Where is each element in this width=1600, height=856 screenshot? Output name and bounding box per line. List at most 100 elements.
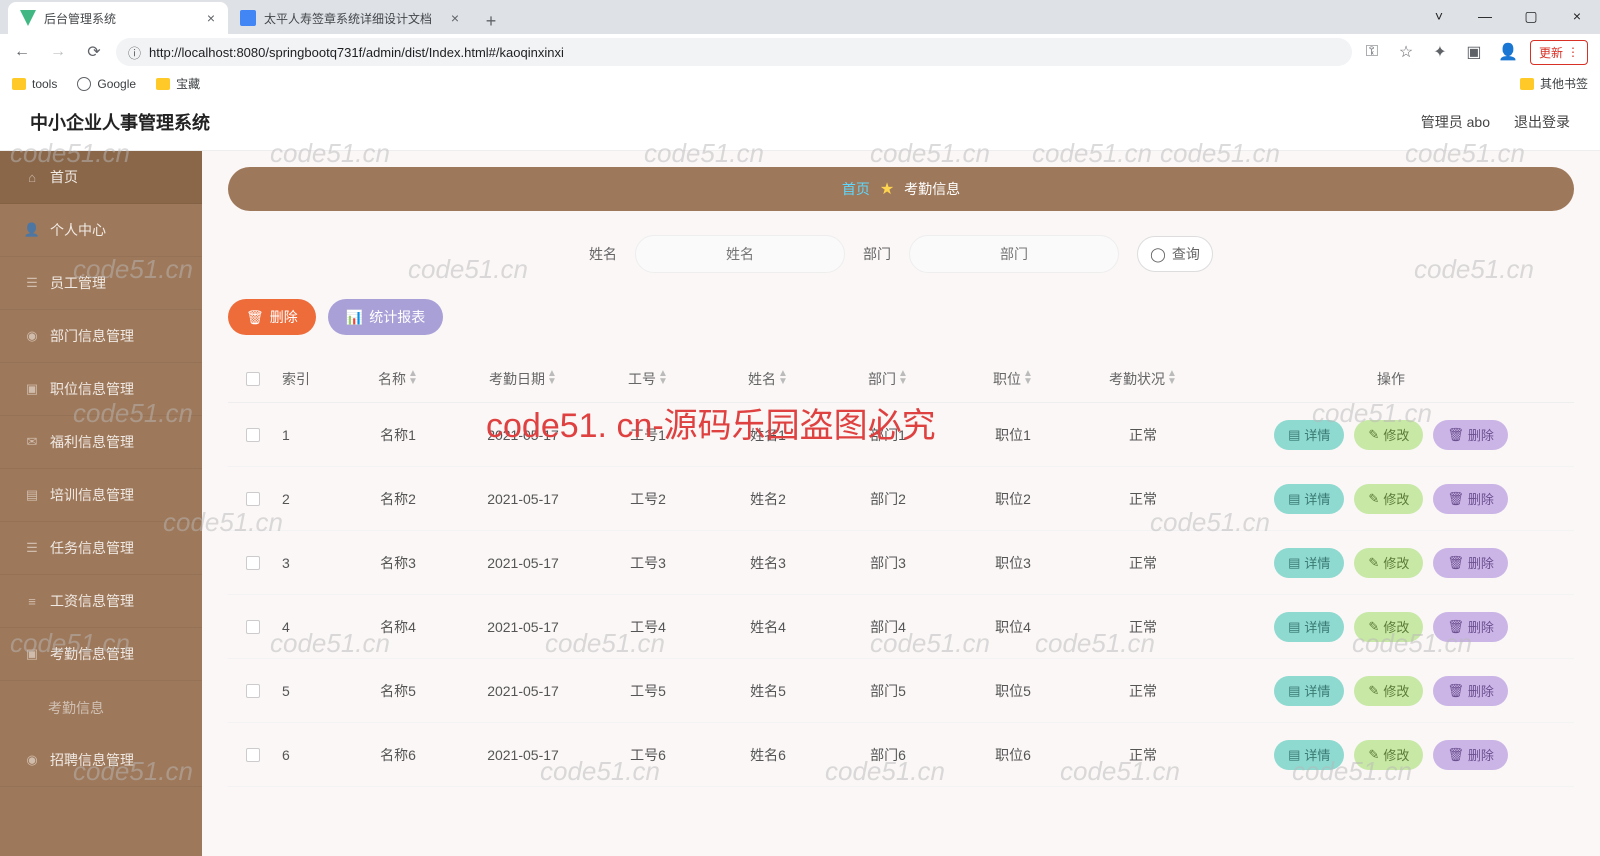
sidebar-item-welfare[interactable]: ✉福利信息管理 bbox=[0, 416, 202, 469]
edit-button[interactable]: ✎修改 bbox=[1354, 676, 1423, 706]
browser-tab-active[interactable]: 后台管理系统 × bbox=[8, 2, 228, 34]
detail-button[interactable]: ▤详情 bbox=[1274, 612, 1344, 642]
close-icon[interactable]: × bbox=[448, 11, 462, 25]
trash-icon: 🗑 bbox=[1447, 555, 1464, 571]
trash-icon: 🗑 bbox=[1447, 619, 1464, 635]
sidebar-item-salary[interactable]: ≡工资信息管理 bbox=[0, 575, 202, 628]
sidebar-item-task[interactable]: ☰任务信息管理 bbox=[0, 522, 202, 575]
detail-button[interactable]: ▤详情 bbox=[1274, 484, 1344, 514]
sidebar-item-profile[interactable]: 👤个人中心 bbox=[0, 204, 202, 257]
tab-title: 太平人寿签章系统详细设计文档 bbox=[264, 10, 432, 27]
row-delete-button[interactable]: 🗑删除 bbox=[1433, 612, 1508, 642]
select-all-checkbox[interactable] bbox=[246, 372, 260, 386]
breadcrumb-current: 考勤信息 bbox=[904, 179, 960, 199]
action-row: 🗑删除 📊统计报表 bbox=[228, 299, 1574, 335]
row-checkbox[interactable] bbox=[246, 556, 260, 570]
sort-icon[interactable]: ▲▼ bbox=[658, 370, 668, 386]
reload-button[interactable]: ⟳ bbox=[80, 38, 108, 66]
money-icon: ≡ bbox=[24, 593, 40, 609]
stats-button[interactable]: 📊统计报表 bbox=[328, 299, 443, 335]
close-window-button[interactable]: × bbox=[1554, 0, 1600, 32]
detail-button[interactable]: ▤详情 bbox=[1274, 548, 1344, 578]
browser-tab[interactable]: 太平人寿签章系统详细设计文档 × bbox=[228, 2, 472, 34]
search-bar: 姓名 部门 ◯查询 bbox=[228, 235, 1574, 273]
row-checkbox[interactable] bbox=[246, 428, 260, 442]
row-delete-button[interactable]: 🗑删除 bbox=[1433, 420, 1508, 450]
app-title: 中小企业人事管理系统 bbox=[30, 109, 210, 135]
detail-button[interactable]: ▤详情 bbox=[1274, 740, 1344, 770]
sort-icon[interactable]: ▲▼ bbox=[778, 370, 788, 386]
breadcrumb-home[interactable]: 首页 bbox=[842, 179, 870, 199]
sidebar-item-staff[interactable]: ☰员工管理 bbox=[0, 257, 202, 310]
forward-button[interactable]: → bbox=[44, 38, 72, 66]
row-delete-button[interactable]: 🗑删除 bbox=[1433, 740, 1508, 770]
edit-icon: ✎ bbox=[1368, 619, 1379, 635]
detail-icon: ▤ bbox=[1288, 747, 1300, 763]
new-tab-button[interactable]: + bbox=[478, 8, 504, 34]
tab-strip: 后台管理系统 × 太平人寿签章系统详细设计文档 × + ˅ — ▢ × bbox=[0, 0, 1600, 34]
user-icon: 👤 bbox=[24, 222, 40, 238]
sidebar-item-home[interactable]: ⌂首页 bbox=[0, 151, 202, 204]
back-button[interactable]: ← bbox=[8, 38, 36, 66]
star-icon: ★ bbox=[880, 179, 894, 199]
table-header: 索引 名称▲▼ 考勤日期▲▼ 工号▲▼ 姓名▲▼ 部门▲▼ 职位▲▼ 考勤状况▲… bbox=[228, 355, 1574, 403]
doc-icon bbox=[240, 10, 256, 26]
sort-icon[interactable]: ▲▼ bbox=[408, 370, 418, 386]
row-checkbox[interactable] bbox=[246, 492, 260, 506]
row-checkbox[interactable] bbox=[246, 684, 260, 698]
detail-button[interactable]: ▤详情 bbox=[1274, 420, 1344, 450]
table-row: 1名称12021-05-17工号1姓名1部门1职位1正常▤详情✎修改🗑删除 bbox=[228, 403, 1574, 467]
edit-button[interactable]: ✎修改 bbox=[1354, 548, 1423, 578]
close-icon[interactable]: × bbox=[204, 11, 218, 25]
position-icon: ▣ bbox=[24, 381, 40, 397]
search-button[interactable]: ◯查询 bbox=[1137, 236, 1213, 272]
sort-icon[interactable]: ▲▼ bbox=[898, 370, 908, 386]
sort-icon[interactable]: ▲▼ bbox=[1023, 370, 1033, 386]
row-checkbox[interactable] bbox=[246, 748, 260, 762]
search-dept-input[interactable] bbox=[909, 235, 1119, 273]
edit-icon: ✎ bbox=[1368, 427, 1379, 443]
sidebar-item-attendance[interactable]: ▣考勤信息管理 bbox=[0, 628, 202, 681]
sort-icon[interactable]: ▲▼ bbox=[547, 370, 557, 386]
tab-title: 后台管理系统 bbox=[44, 10, 116, 27]
edit-button[interactable]: ✎修改 bbox=[1354, 612, 1423, 642]
user-label[interactable]: 管理员 abo bbox=[1421, 112, 1490, 132]
browser-chrome: 后台管理系统 × 太平人寿签章系统详细设计文档 × + ˅ — ▢ × ← → … bbox=[0, 0, 1600, 93]
trash-icon: 🗑 bbox=[1447, 683, 1464, 699]
sidebar-item-position[interactable]: ▣职位信息管理 bbox=[0, 363, 202, 416]
sidebar-item-dept[interactable]: ◉部门信息管理 bbox=[0, 310, 202, 363]
sort-icon[interactable]: ▲▼ bbox=[1167, 370, 1177, 386]
reading-list-icon[interactable]: ▣ bbox=[1462, 40, 1486, 64]
logout-link[interactable]: 退出登录 bbox=[1514, 112, 1570, 132]
delete-button[interactable]: 🗑删除 bbox=[228, 299, 316, 335]
sidebar-item-training[interactable]: ▤培训信息管理 bbox=[0, 469, 202, 522]
row-delete-button[interactable]: 🗑删除 bbox=[1433, 676, 1508, 706]
search-name-input[interactable] bbox=[635, 235, 845, 273]
edit-button[interactable]: ✎修改 bbox=[1354, 740, 1423, 770]
breadcrumb: 首页 ★ 考勤信息 bbox=[228, 167, 1574, 211]
sidebar-sub-attendance-info[interactable]: 考勤信息 bbox=[0, 681, 202, 734]
star-icon[interactable]: ☆ bbox=[1394, 40, 1418, 64]
edit-button[interactable]: ✎修改 bbox=[1354, 484, 1423, 514]
maximize-button[interactable]: ▢ bbox=[1508, 0, 1554, 32]
minimize-button[interactable]: — bbox=[1462, 0, 1508, 32]
bookmark-tools[interactable]: tools bbox=[12, 77, 57, 91]
chevron-down-icon[interactable]: ˅ bbox=[1416, 0, 1462, 32]
row-delete-button[interactable]: 🗑删除 bbox=[1433, 548, 1508, 578]
update-button[interactable]: 更新 bbox=[1530, 40, 1588, 65]
search-dept-label: 部门 bbox=[863, 244, 891, 264]
profile-icon[interactable]: 👤 bbox=[1496, 40, 1520, 64]
detail-button[interactable]: ▤详情 bbox=[1274, 676, 1344, 706]
trash-icon: 🗑 bbox=[1447, 427, 1464, 443]
bookmark-baozang[interactable]: 宝藏 bbox=[156, 75, 200, 92]
row-delete-button[interactable]: 🗑删除 bbox=[1433, 484, 1508, 514]
search-icon: ◯ bbox=[1150, 246, 1166, 263]
bookmark-google[interactable]: Google bbox=[77, 77, 136, 91]
key-icon[interactable]: ⚿ bbox=[1360, 40, 1384, 64]
address-bar[interactable]: ⓘ http://localhost:8080/springbootq731f/… bbox=[116, 38, 1352, 66]
sidebar-item-recruit[interactable]: ◉招聘信息管理 bbox=[0, 734, 202, 787]
row-checkbox[interactable] bbox=[246, 620, 260, 634]
edit-button[interactable]: ✎修改 bbox=[1354, 420, 1423, 450]
bookmark-other[interactable]: 其他书签 bbox=[1520, 75, 1588, 92]
extension-icon[interactable]: ✦ bbox=[1428, 40, 1452, 64]
